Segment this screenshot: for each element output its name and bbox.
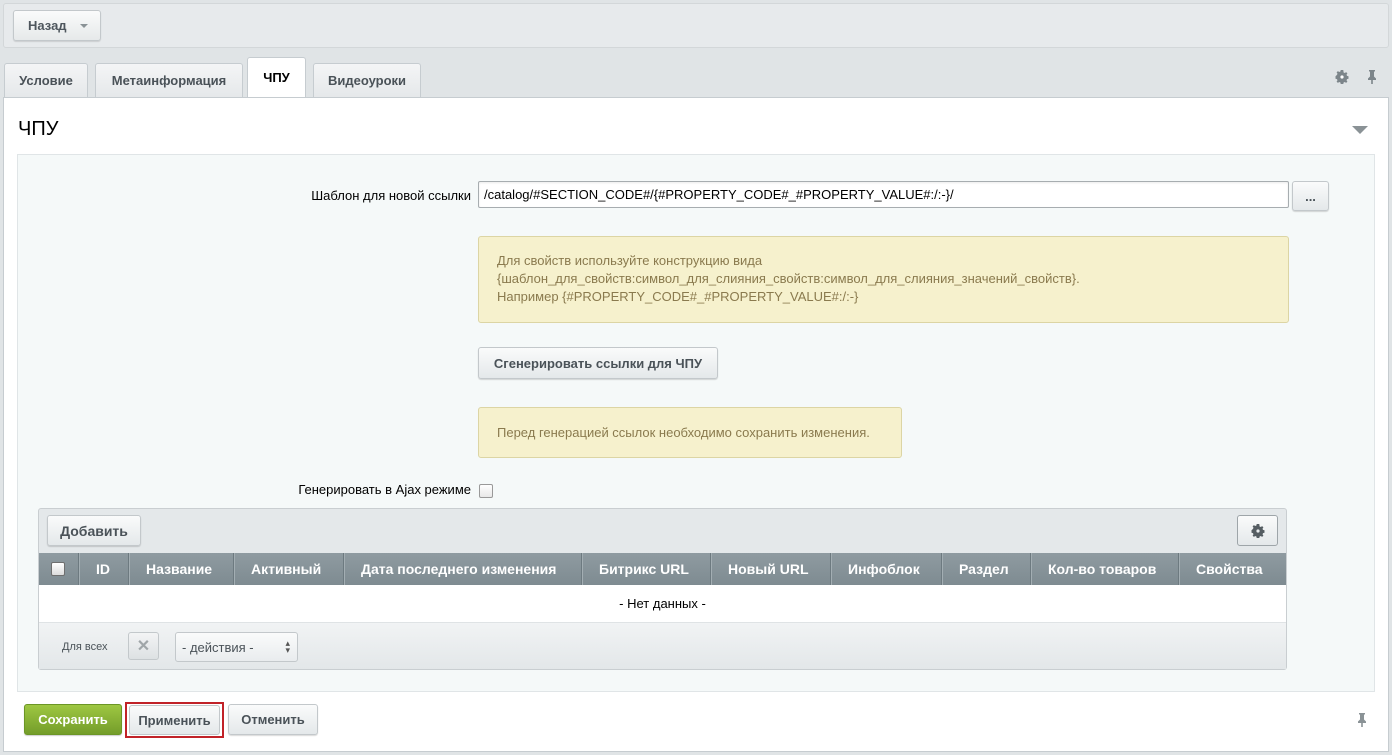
top-toolbar: Назад — [3, 3, 1389, 48]
template-label: Шаблон для новой ссылки — [311, 188, 471, 203]
gear-icon[interactable] — [1334, 69, 1350, 85]
ajax-checkbox[interactable] — [479, 484, 493, 498]
hint-line: Например {#PROPERTY_CODE#_#PROPERTY_VALU… — [497, 289, 859, 304]
grid-empty-row: - Нет данных - — [39, 585, 1286, 623]
column-header[interactable]: Дата последнего изменения — [344, 553, 582, 585]
section-title: ЧПУ — [18, 118, 59, 140]
close-icon: ✕ — [136, 638, 151, 655]
column-header[interactable]: Название — [129, 553, 234, 585]
empty-text: - Нет данных - — [619, 596, 706, 611]
column-header[interactable]: ID — [79, 553, 129, 585]
tab-tools — [1334, 69, 1380, 85]
delete-button[interactable]: ✕ — [128, 632, 159, 660]
select-all-cell — [39, 553, 79, 585]
template-dots-button[interactable]: ... — [1292, 181, 1329, 211]
for-all-label: Для всех — [62, 641, 108, 653]
column-header[interactable]: Кол-во товаров — [1031, 553, 1179, 585]
hint-line: Для свойств используйте конструкцию вида — [497, 253, 763, 268]
tab-video-lessons[interactable]: Видеоуроки — [313, 63, 421, 97]
collapse-triangle-icon[interactable] — [1352, 126, 1368, 134]
settings-area: Шаблон для новой ссылки ... Для свойств … — [17, 154, 1375, 692]
back-button-label: Назад — [28, 18, 67, 33]
tab-metainfo[interactable]: Метаинформация — [95, 63, 243, 97]
tab-chpu[interactable]: ЧПУ — [247, 57, 306, 97]
tab-label: Видеоуроки — [327, 73, 407, 88]
tab-label: ЧПУ — [263, 70, 290, 85]
apply-button[interactable]: Применить — [129, 705, 220, 735]
column-header[interactable]: Активный — [234, 553, 344, 585]
apply-highlight: Применить — [125, 702, 224, 738]
template-input[interactable] — [478, 181, 1289, 208]
save-warning-note: Перед генерацией ссылок необходимо сохра… — [478, 407, 902, 458]
actions-select-value: - действия - — [182, 639, 254, 655]
column-header[interactable]: Раздел — [942, 553, 1031, 585]
back-button[interactable]: Назад — [13, 10, 101, 41]
links-grid: Добавить ID Название Активный Дата после… — [38, 508, 1287, 670]
column-header[interactable]: Инфоблок — [831, 553, 942, 585]
select-all-checkbox[interactable] — [51, 562, 65, 576]
chpu-panel: ЧПУ Шаблон для новой ссылки ... Для свой… — [3, 97, 1389, 752]
pin-icon[interactable] — [1356, 712, 1368, 731]
tab-label: Условие — [19, 73, 73, 88]
generate-links-button[interactable]: Сгенерировать ссылки для ЧПУ — [478, 347, 718, 379]
column-header[interactable]: Новый URL — [711, 553, 831, 585]
column-header[interactable]: Битрикс URL — [582, 553, 711, 585]
ajax-label: Генерировать в Ajax режиме — [298, 482, 471, 497]
updown-arrows-icon: ▴ ▾ — [285, 638, 290, 655]
tab-label: Метаинформация — [111, 73, 227, 88]
chevron-down-icon[interactable] — [80, 24, 88, 28]
pin-icon[interactable] — [1364, 69, 1380, 85]
tab-condition[interactable]: Условие — [4, 63, 88, 97]
add-button[interactable]: Добавить — [47, 515, 141, 546]
grid-footer: Для всех ✕ - действия - ▴ ▾ — [39, 623, 1286, 669]
gear-icon[interactable] — [1237, 515, 1278, 546]
cancel-button[interactable]: Отменить — [228, 704, 318, 735]
grid-header: ID Название Активный Дата последнего изм… — [39, 553, 1286, 585]
actions-select[interactable]: - действия - ▴ ▾ — [175, 632, 298, 662]
hint-line: {шаблон_для_свойств:символ_для_слияния_с… — [497, 271, 1080, 286]
template-hint-note: Для свойств используйте конструкцию вида… — [478, 236, 1289, 323]
column-header[interactable]: Свойства — [1179, 553, 1286, 585]
save-button[interactable]: Сохранить — [24, 704, 122, 735]
